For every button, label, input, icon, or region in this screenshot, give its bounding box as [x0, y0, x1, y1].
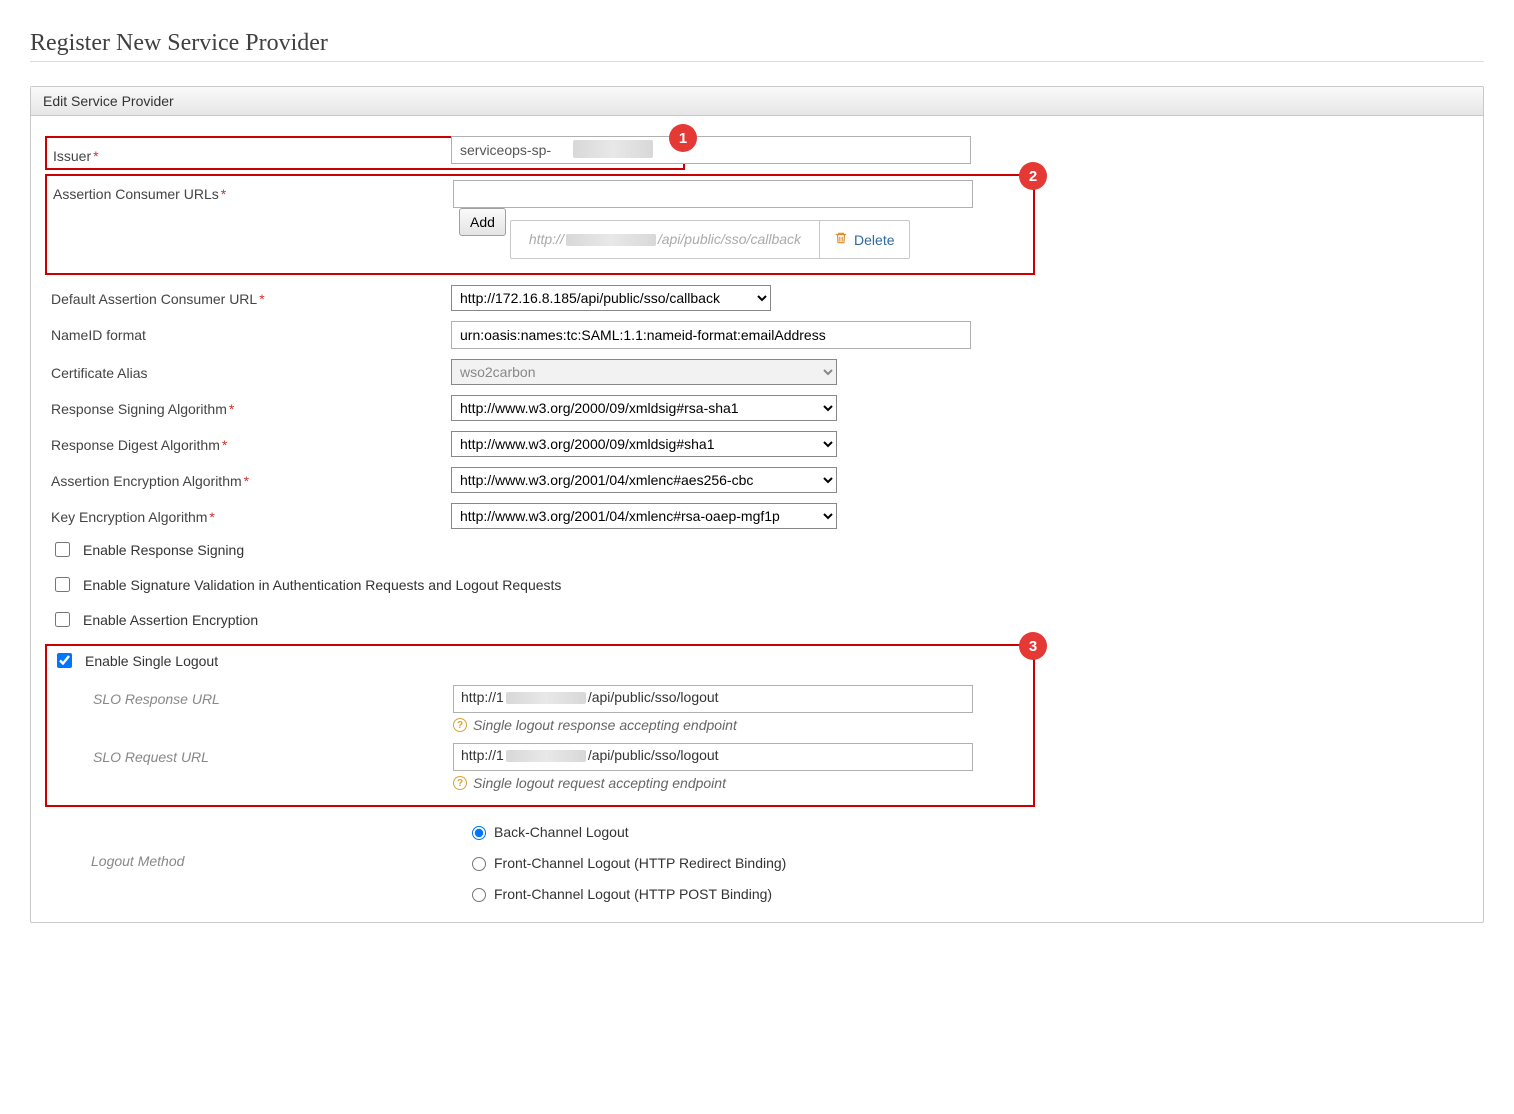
acs-entry: http://xx/api/public/sso/callback Delete — [510, 220, 910, 259]
help-icon: ? — [453, 718, 467, 732]
slo-request-hint: Single logout request accepting endpoint — [473, 775, 726, 791]
resp-sign-alg-label: Response Signing Algorithm* — [51, 395, 451, 417]
slo-response-hint: Single logout response accepting endpoin… — [473, 717, 737, 733]
cb-label: Enable Assertion Encryption — [83, 612, 258, 628]
resp-digest-alg-select[interactable]: http://www.w3.org/2000/09/xmldsig#sha1 — [451, 431, 837, 457]
key-enc-alg-select[interactable]: http://www.w3.org/2001/04/xmlenc#rsa-oae… — [451, 503, 837, 529]
logout-back-channel-radio[interactable] — [472, 826, 486, 840]
highlight-3: 3 Enable Single Logout SLO Response URL … — [45, 644, 1035, 807]
nameid-label: NameID format — [51, 321, 451, 343]
slo-request-url-input[interactable] — [453, 743, 973, 771]
badge-3: 3 — [1019, 632, 1047, 660]
slo-request-url-label: SLO Request URL — [53, 743, 453, 765]
radio-label: Back-Channel Logout — [494, 824, 629, 840]
acs-input[interactable] — [453, 180, 973, 208]
assert-enc-alg-select[interactable]: http://www.w3.org/2001/04/xmlenc#aes256-… — [451, 467, 837, 493]
nameid-input[interactable] — [451, 321, 971, 349]
enable-single-logout-checkbox[interactable] — [57, 653, 72, 668]
acs-add-button[interactable]: Add — [459, 208, 506, 236]
resp-sign-alg-select[interactable]: http://www.w3.org/2000/09/xmldsig#rsa-sh… — [451, 395, 837, 421]
badge-1: 1 — [669, 124, 697, 152]
logout-front-post-radio[interactable] — [472, 888, 486, 902]
slo-response-url-input[interactable] — [453, 685, 973, 713]
resp-digest-alg-label: Response Digest Algorithm* — [51, 431, 451, 453]
blur-box-issuer: xxxx — [573, 140, 653, 158]
sp-panel: Edit Service Provider 1 Issuer* x xxxx — [30, 86, 1484, 923]
radio-label: Front-Channel Logout (HTTP Redirect Bind… — [494, 855, 786, 871]
trash-icon — [834, 231, 848, 248]
panel-header: Edit Service Provider — [31, 87, 1483, 116]
assert-enc-alg-label: Assertion Encryption Algorithm* — [51, 467, 451, 489]
logout-front-redirect-radio[interactable] — [472, 857, 486, 871]
badge-2: 2 — [1019, 162, 1047, 190]
acs-entry-url: http://xx/api/public/sso/callback — [511, 221, 819, 258]
default-acs-label: Default Assertion Consumer URL* — [51, 285, 451, 307]
cb-label: Enable Signature Validation in Authentic… — [83, 577, 561, 593]
panel-body: 1 Issuer* x xxxx 2 Asse — [31, 116, 1483, 922]
page-title: Register New Service Provider — [30, 30, 1484, 57]
title-rule — [30, 61, 1484, 62]
logout-method-radios: Back-Channel Logout Front-Channel Logout… — [451, 817, 971, 902]
issuer-input[interactable] — [451, 136, 971, 164]
key-enc-alg-label: Key Encryption Algorithm* — [51, 503, 451, 525]
radio-label: Front-Channel Logout (HTTP POST Binding) — [494, 886, 772, 902]
cb-label: Enable Response Signing — [83, 542, 244, 558]
acs-delete-button[interactable]: Delete — [819, 221, 908, 258]
logout-method-label: Logout Method — [51, 817, 451, 869]
slo-response-url-label: SLO Response URL — [53, 685, 453, 707]
cb-label: Enable Single Logout — [85, 653, 218, 669]
enable-assertion-encryption-checkbox[interactable] — [55, 612, 70, 627]
cert-alias-select[interactable]: wso2carbon — [451, 359, 837, 385]
cert-alias-label: Certificate Alias — [51, 359, 451, 381]
enable-response-signing-checkbox[interactable] — [55, 542, 70, 557]
highlight-2: 2 Assertion Consumer URLs* Add http://xx… — [45, 174, 1035, 275]
enable-sig-validation-checkbox[interactable] — [55, 577, 70, 592]
acs-label: Assertion Consumer URLs* — [53, 180, 453, 202]
help-icon: ? — [453, 776, 467, 790]
default-acs-select[interactable]: http://172.16.8.185/api/public/sso/callb… — [451, 285, 771, 311]
